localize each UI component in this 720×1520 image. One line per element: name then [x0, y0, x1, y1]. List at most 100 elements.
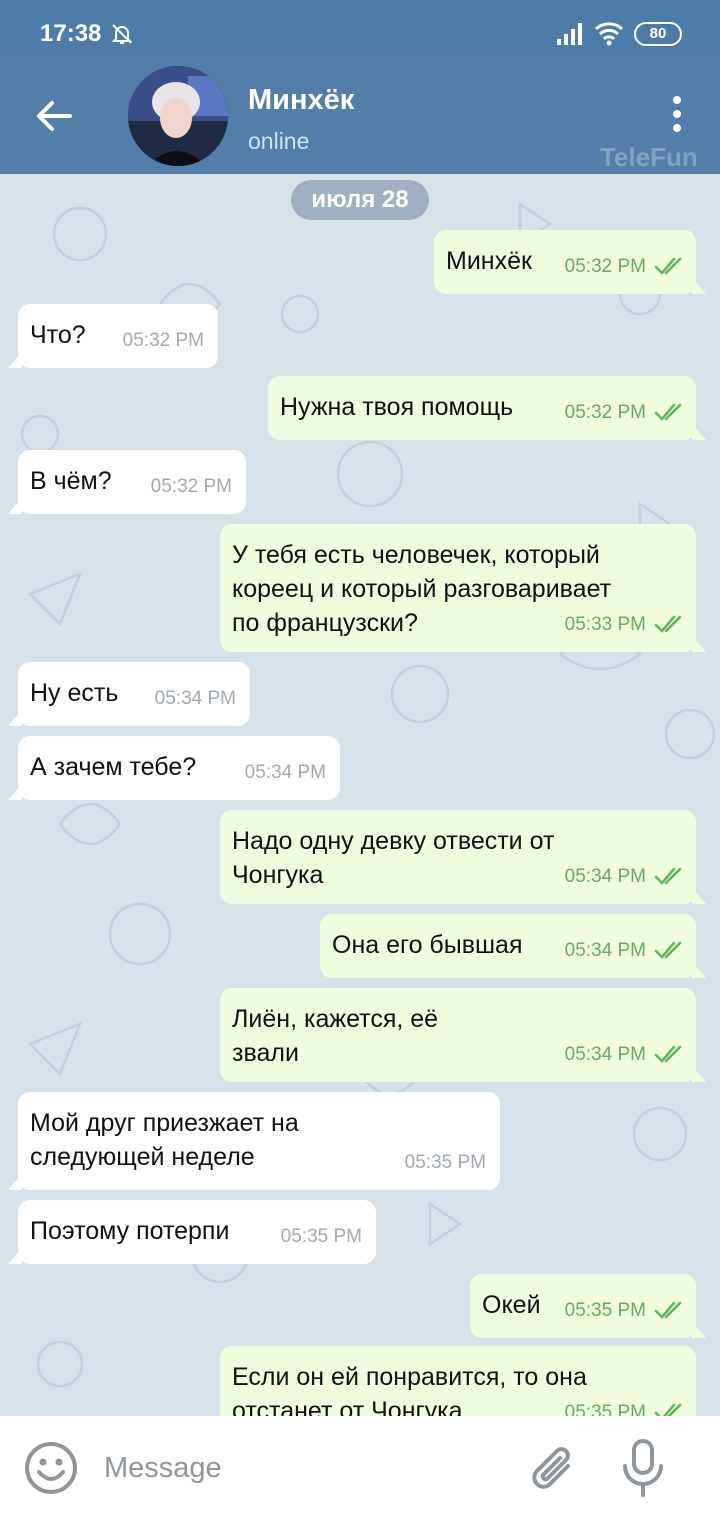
- message-text-line: звали: [232, 1039, 299, 1067]
- message-time: 05:35 PM: [564, 1300, 646, 1321]
- double-check-icon: [654, 1045, 682, 1063]
- bubble-tail: [8, 1174, 22, 1190]
- message-time: 05:34 PM: [564, 940, 646, 961]
- wifi-icon: [594, 22, 624, 46]
- bubble-tail: [692, 962, 706, 978]
- double-check-icon: [654, 1403, 682, 1416]
- message-text: Надо одну девку отвести от Чонгука: [232, 824, 554, 892]
- message-time: 05:32 PM: [564, 256, 646, 277]
- incoming-message[interactable]: Что? 05:32 PM: [8, 304, 218, 368]
- bubble-tail: [8, 498, 22, 514]
- message-text: А зачем тебе?: [30, 750, 196, 784]
- message-text: Ну есть: [30, 676, 118, 710]
- chat-area[interactable]: июля 28 Минхёк 05:32 PM Что? 05:32 PM Нужна …: [0, 174, 720, 1416]
- paperclip-icon[interactable]: [528, 1440, 580, 1496]
- bubble-tail: [692, 1322, 706, 1338]
- more-options-icon[interactable]: [662, 94, 692, 134]
- message-time: 05:34 PM: [564, 1044, 646, 1065]
- battery-icon: 80: [634, 22, 682, 46]
- bubble-tail: [8, 1248, 22, 1264]
- bubble-tail: [692, 636, 706, 652]
- message-text-line: А зачем тебе?: [30, 753, 197, 781]
- bubble-tail: [8, 784, 22, 800]
- message-text: Минхёк: [446, 244, 532, 278]
- message-text: Если он ей понравится, то она отстанет от…: [232, 1360, 587, 1416]
- message-text-line: Лиён, кажется, её: [232, 1005, 439, 1033]
- message-text-line: Надо одну девку отвести от: [232, 827, 555, 855]
- message-text-line: Поэтому потерпи: [30, 1217, 230, 1245]
- outgoing-message[interactable]: Лиён, кажется, её звали 05:34 PM: [220, 988, 706, 1082]
- message-time: 05:33 PM: [564, 614, 646, 635]
- emoji-icon[interactable]: [24, 1441, 78, 1495]
- message-time: 05:35 PM: [564, 1402, 646, 1416]
- avatar[interactable]: [128, 66, 228, 166]
- message-text-line: Окей: [482, 1291, 541, 1319]
- double-check-icon: [654, 403, 682, 421]
- incoming-message[interactable]: В чём? 05:32 PM: [8, 450, 246, 514]
- message-text: Она его бывшая: [332, 928, 523, 962]
- chat-header: Минхёк online TeleFun: [0, 56, 720, 174]
- message-text-line: У тебя есть человечек, который: [232, 541, 600, 569]
- message-time: 05:34 PM: [154, 688, 236, 709]
- message-text-line: Ну есть: [30, 679, 119, 707]
- message-text: У тебя есть человечек, который кореец и к…: [232, 538, 611, 640]
- status-bar: 17:38 80: [0, 0, 720, 56]
- message-text: Мой друг приезжает на следующей неделе: [30, 1106, 299, 1174]
- bubble-tail: [692, 278, 706, 294]
- message-text: Поэтому потерпи: [30, 1214, 229, 1248]
- outgoing-message[interactable]: Если он ей понравится, то она отстанет от…: [220, 1346, 696, 1416]
- message-text-line: Что?: [30, 321, 86, 349]
- message-text-line: отстанет от Чонгука: [232, 1397, 463, 1416]
- signal-icon: [557, 23, 582, 45]
- outgoing-message[interactable]: Надо одну девку отвести от Чонгука 05:34 P…: [220, 810, 706, 904]
- message-text-line: В чём?: [30, 467, 112, 495]
- double-check-icon: [654, 1301, 682, 1319]
- back-arrow-icon[interactable]: [30, 92, 78, 140]
- message-time: 05:34 PM: [564, 866, 646, 887]
- message-text-line: Если он ей понравится, то она: [232, 1363, 587, 1391]
- incoming-message[interactable]: Мой друг приезжает на следующей неделе 05:…: [8, 1092, 500, 1190]
- incoming-message[interactable]: Поэтому потерпи 05:35 PM: [8, 1200, 376, 1264]
- avatar-photo: [128, 66, 228, 166]
- message-text-line: кореец и который разговаривает: [232, 575, 612, 603]
- message-text: Что?: [30, 318, 86, 352]
- double-check-icon: [654, 867, 682, 885]
- message-time: 05:32 PM: [564, 402, 646, 423]
- message-time: 05:32 PM: [122, 330, 204, 351]
- watermark: TeleFun: [600, 142, 698, 172]
- message-text-line: Чонгука: [232, 861, 324, 889]
- message-time: 05:34 PM: [244, 762, 326, 783]
- message-text: Нужна твоя помощь: [280, 390, 513, 424]
- message-text-line: Минхёк: [446, 247, 532, 275]
- outgoing-message[interactable]: Нужна твоя помощь 05:32 PM: [268, 376, 706, 440]
- message-text-line: Нужна твоя помощь: [280, 393, 514, 421]
- date-divider: июля 28: [291, 180, 429, 220]
- battery-level: 80: [649, 25, 667, 42]
- message-time: 05:35 PM: [404, 1152, 486, 1173]
- message-text: В чём?: [30, 464, 112, 498]
- message-time: 05:35 PM: [280, 1226, 362, 1247]
- outgoing-message[interactable]: У тебя есть человечек, который кореец и к…: [220, 524, 706, 652]
- message-input[interactable]: [104, 1446, 504, 1490]
- bubble-tail: [692, 888, 706, 904]
- double-check-icon: [654, 941, 682, 959]
- incoming-message[interactable]: Ну есть 05:34 PM: [8, 662, 250, 726]
- outgoing-message[interactable]: Окей 05:35 PM: [470, 1274, 706, 1338]
- outgoing-message[interactable]: Она его бывшая 05:34 PM: [320, 914, 706, 978]
- message-input-bar: [0, 1416, 720, 1520]
- status-time: 17:38: [40, 20, 102, 47]
- contact-name[interactable]: Минхёк: [248, 84, 354, 117]
- message-text-line: Она его бывшая: [332, 931, 523, 959]
- bubble-tail: [692, 1066, 706, 1082]
- bubble-tail: [692, 424, 706, 440]
- bubble-tail: [8, 710, 22, 726]
- message-text-line: Мой друг приезжает на: [30, 1109, 299, 1137]
- incoming-message[interactable]: А зачем тебе? 05:34 PM: [8, 736, 340, 800]
- microphone-icon[interactable]: [620, 1438, 666, 1498]
- outgoing-message[interactable]: Минхёк 05:32 PM: [434, 230, 706, 294]
- bubble-tail: [8, 352, 22, 368]
- message-text-line: по французски?: [232, 609, 418, 637]
- double-check-icon: [654, 615, 682, 633]
- message-text: Лиён, кажется, её звали: [232, 1002, 438, 1070]
- bell-off-icon: [111, 24, 133, 44]
